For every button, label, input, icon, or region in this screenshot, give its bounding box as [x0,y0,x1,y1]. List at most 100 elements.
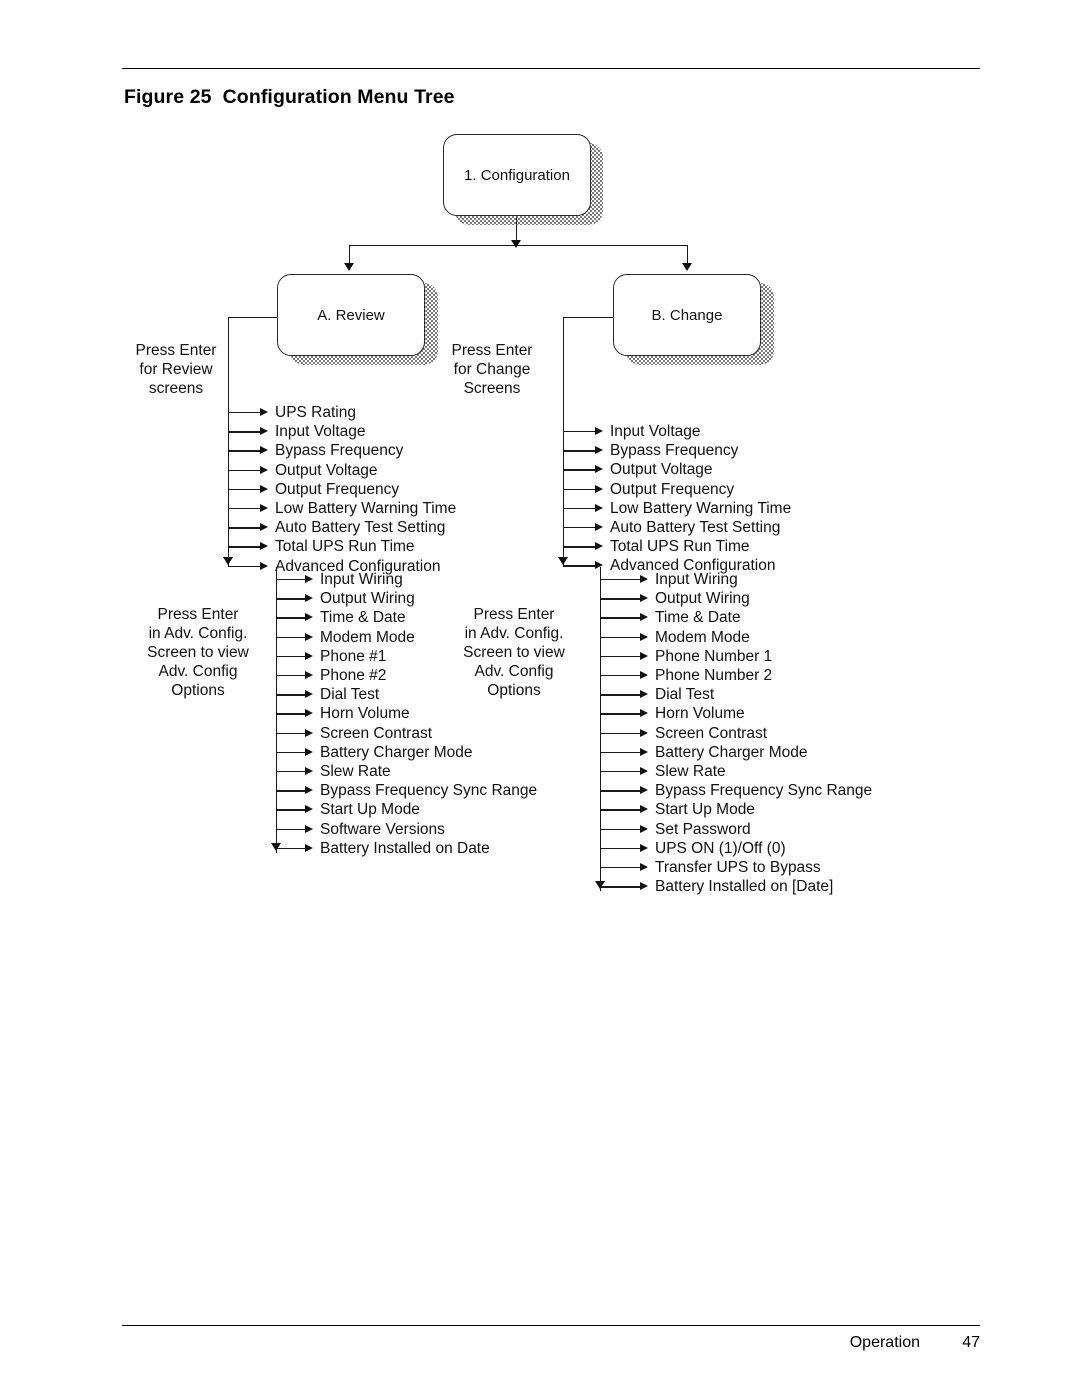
review-adv-menu-item-connector [277,828,306,830]
change-adv-menu-item-connector [601,847,641,850]
change-menu-item-connector [564,546,596,548]
change-adv-menu-item[interactable]: Start Up Mode [655,800,755,819]
change-adv-menu-item-connector [601,655,641,658]
review-adv-menu-item-arrow-icon [305,632,313,641]
change-adv-menu-item[interactable]: Battery Installed on [Date] [655,877,833,896]
change-menu-item[interactable]: Input Voltage [610,422,701,441]
change-menu-item-arrow-icon [595,446,603,455]
change-adv-menu-item-arrow-icon [640,824,648,833]
review-adv-menu-item-connector [277,579,306,581]
review-adv-menu-item-arrow-icon [305,767,313,775]
change-adv-menu-item-arrow-icon [640,843,648,852]
review-trunk-end-arrow [223,557,233,565]
change-menu-item[interactable]: Output Voltage [610,460,713,479]
change-adv-menu-item[interactable]: Phone Number 2 [655,666,772,685]
review-adv-menu-item-connector [277,694,306,696]
review-menu-item-connector [229,565,261,567]
review-adv-menu-item[interactable]: Battery Installed on Date [320,839,490,858]
node-review[interactable]: A. Review [277,274,425,356]
review-menu-item[interactable]: Total UPS Run Time [275,537,415,556]
review-adv-menu-item[interactable]: Input Wiring [320,570,403,589]
node-change[interactable]: B. Change [613,274,761,356]
change-adv-menu-item-connector [601,694,641,696]
review-adv-menu-item[interactable]: Horn Volume [320,704,410,723]
review-adv-menu-item[interactable]: Modem Mode [320,628,415,647]
change-menu-item[interactable]: Output Frequency [610,480,734,499]
change-adv-menu-item[interactable]: Set Password [655,820,751,839]
review-menu-item[interactable]: Auto Battery Test Setting [275,518,445,537]
review-adv-menu-item-connector [277,655,306,658]
change-adv-menu-item-arrow-icon [640,747,648,756]
change-menu-item-arrow-icon [595,561,603,570]
change-adv-menu-item-arrow-icon [640,613,648,622]
footer-rule [122,1325,980,1326]
change-adv-menu-item[interactable]: Phone Number 1 [655,647,772,666]
change-menu-item[interactable]: Bypass Frequency [610,441,738,460]
review-adv-menu-item-arrow-icon [305,728,313,737]
review-adv-menu-item-connector [277,751,306,754]
change-adv-menu-item-connector [601,713,641,715]
review-adv-menu-item-connector [277,847,306,850]
review-adv-menu-item[interactable]: Dial Test [320,685,379,704]
review-adv-menu-item[interactable]: Slew Rate [320,762,391,781]
review-menu-item-arrow-icon [260,484,268,493]
change-adv-menu-item[interactable]: Modem Mode [655,628,750,647]
review-adv-menu-item[interactable]: Screen Contrast [320,724,432,743]
change-adv-menu-item[interactable]: Battery Charger Mode [655,743,808,762]
review-adv-menu-item-connector [277,790,306,792]
review-menu-item-connector [229,412,261,414]
change-adv-menu-item[interactable]: Transfer UPS to Bypass [655,858,821,877]
review-adv-menu-item-arrow-icon [305,786,313,795]
change-adv-menu-item[interactable]: Screen Contrast [655,724,767,743]
review-menu-item[interactable]: Output Voltage [275,461,378,480]
change-menu-item[interactable]: Auto Battery Test Setting [610,518,780,537]
review-adv-menu-item-connector [277,771,306,773]
review-adv-menu-item[interactable]: Output Wiring [320,589,415,608]
change-adv-menu-item[interactable]: Dial Test [655,685,714,704]
change-menu-item-connector [564,488,596,490]
review-adv-menu-item[interactable]: Bypass Frequency Sync Range [320,781,537,800]
review-menu-item[interactable]: Low Battery Warning Time [275,499,456,518]
change-adv-menu-item[interactable]: Slew Rate [655,762,726,781]
change-menu-item-arrow-icon [595,484,603,493]
change-menu-item-arrow-icon [595,503,603,512]
footer-section-label: Operation [849,1334,920,1351]
change-menu-item[interactable]: Low Battery Warning Time [610,499,791,518]
change-adv-menu-item-arrow-icon [640,709,648,718]
change-adv-menu-item[interactable]: UPS ON (1)/Off (0) [655,839,786,858]
review-adv-menu-item[interactable]: Start Up Mode [320,800,420,819]
review-menu-item-arrow-icon [260,446,268,455]
change-trunk-entry [563,317,614,319]
review-adv-menu-item-connector [277,636,306,638]
change-adv-menu-item-arrow-icon [640,651,648,660]
change-adv-menu-item-arrow-icon [640,690,648,699]
review-adv-menu-item-arrow-icon [305,747,313,756]
review-adv-menu-item[interactable]: Battery Charger Mode [320,743,473,762]
change-adv-trunk-end-arrow [595,881,605,889]
review-menu-item[interactable]: Input Voltage [275,422,366,441]
review-menu-item[interactable]: Output Frequency [275,480,399,499]
review-adv-menu-item-connector [277,598,306,600]
change-menu-item-connector [564,450,596,452]
change-adv-menu-item-connector [601,636,641,638]
change-trunk [563,317,565,567]
review-adv-menu-item-connector [277,617,306,619]
review-adv-menu-item[interactable]: Software Versions [320,820,445,839]
change-adv-menu-item[interactable]: Output Wiring [655,589,750,608]
review-menu-item[interactable]: Bypass Frequency [275,441,403,460]
node-configuration[interactable]: 1. Configuration [443,134,591,216]
change-adv-menu-item[interactable]: Input Wiring [655,570,738,589]
change-menu-item[interactable]: Total UPS Run Time [610,537,750,556]
review-menu-item[interactable]: UPS Rating [275,403,356,422]
annotation-review-enter: Press Enter for Review screens [135,342,217,397]
review-adv-menu-item-connector [277,713,306,715]
review-adv-menu-item[interactable]: Phone #2 [320,666,386,685]
change-adv-menu-item[interactable]: Horn Volume [655,704,745,723]
change-adv-menu-item-arrow-icon [640,767,648,775]
change-adv-menu-item-connector [601,828,641,830]
review-adv-menu-item[interactable]: Time & Date [320,608,406,627]
review-adv-menu-item[interactable]: Phone #1 [320,647,386,666]
review-menu-item-arrow-icon [260,561,268,570]
change-adv-menu-item[interactable]: Bypass Frequency Sync Range [655,781,872,800]
change-adv-menu-item[interactable]: Time & Date [655,608,741,627]
